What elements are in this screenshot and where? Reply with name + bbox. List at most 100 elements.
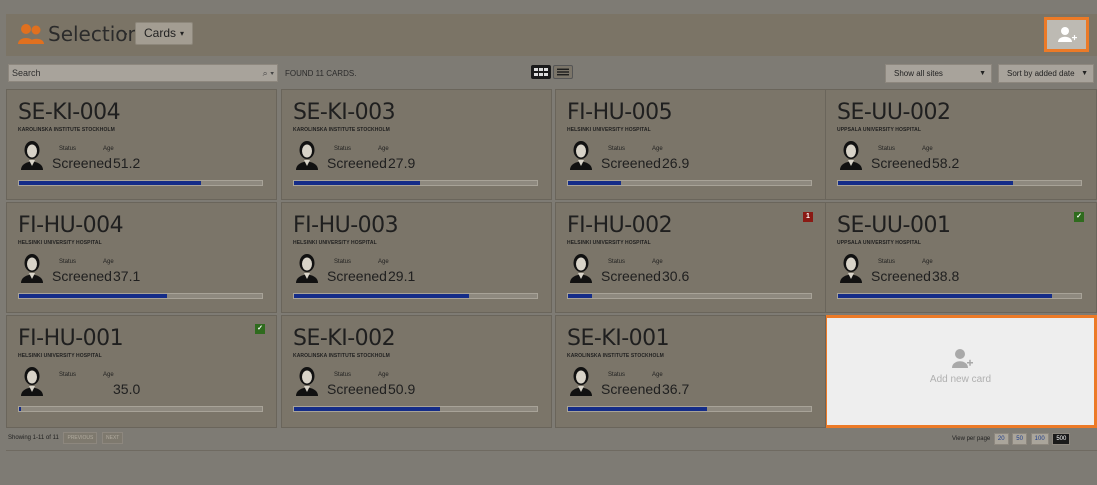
card-grid: Add new card SE-KI-004 KAROLINSKA INSTITU… bbox=[6, 89, 1097, 428]
progress-bar bbox=[293, 293, 538, 299]
title-separator: · bbox=[123, 23, 129, 43]
per-page-option[interactable]: 100 bbox=[1030, 433, 1049, 445]
per-page-option[interactable]: 50 bbox=[1012, 433, 1027, 445]
per-page-option[interactable]: 20 bbox=[993, 433, 1009, 445]
progress-bar-fill bbox=[294, 181, 421, 185]
status-value: Screened bbox=[327, 381, 387, 397]
list-icon bbox=[557, 68, 569, 76]
age-value: 58.2 bbox=[932, 155, 960, 171]
age-value: 51.2 bbox=[113, 155, 141, 171]
age-label: Age bbox=[103, 146, 114, 152]
progress-bar bbox=[18, 293, 263, 299]
card-id: FI-HU-005 bbox=[567, 100, 673, 125]
age-label: Age bbox=[103, 259, 114, 265]
status-value: Screened bbox=[52, 155, 112, 171]
add-user-icon bbox=[952, 349, 973, 368]
progress-bar bbox=[567, 293, 812, 299]
age-label: Age bbox=[103, 372, 114, 378]
age-value: 30.6 bbox=[662, 268, 690, 284]
status-label: Status bbox=[334, 372, 352, 378]
card-id: FI-HU-003 bbox=[293, 213, 399, 238]
progress-bar-fill bbox=[294, 407, 440, 411]
participant-card[interactable]: FI-HU-002 HELSINKI UNIVERSITY HOSPITAL Sta… bbox=[555, 202, 826, 313]
view-mode-label: Cards bbox=[144, 26, 177, 40]
participant-card[interactable]: FI-HU-004 HELSINKI UNIVERSITY HOSPITAL Sta… bbox=[6, 202, 277, 313]
status-value: Screened bbox=[601, 155, 661, 171]
avatar-icon bbox=[21, 254, 43, 283]
age-value: 38.8 bbox=[932, 268, 960, 284]
card-site: UPPSALA UNIVERSITY HOSPITAL bbox=[837, 127, 922, 133]
card-site: KAROLINSKA INSTITUTE STOCKHOLM bbox=[293, 127, 390, 133]
participant-card[interactable]: SE-KI-002 KAROLINSKA INSTITUTE STOCKHOLM S… bbox=[281, 315, 552, 428]
age-value: 27.9 bbox=[388, 155, 416, 171]
progress-bar-fill bbox=[19, 181, 202, 185]
avatar-icon bbox=[840, 141, 862, 170]
status-value: Screened bbox=[601, 381, 661, 397]
age-value: 36.7 bbox=[662, 381, 690, 397]
participant-card[interactable]: FI-HU-005 HELSINKI UNIVERSITY HOSPITAL Sta… bbox=[555, 89, 826, 200]
next-page-button[interactable]: NEXT bbox=[102, 432, 124, 444]
age-label: Age bbox=[922, 146, 933, 152]
participant-card[interactable]: SE-KI-001 KAROLINSKA INSTITUTE STOCKHOLM S… bbox=[555, 315, 826, 428]
sort-select[interactable]: Sort by added date ▼ bbox=[998, 64, 1094, 83]
age-value: 26.9 bbox=[662, 155, 690, 171]
card-site: HELSINKI UNIVERSITY HOSPITAL bbox=[567, 127, 651, 133]
per-page-option-selected[interactable]: 500 bbox=[1052, 433, 1071, 445]
participant-card[interactable]: SE-UU-001 UPPSALA UNIVERSITY HOSPITAL Stat… bbox=[825, 202, 1097, 313]
avatar-icon bbox=[296, 254, 318, 283]
status-label: Status bbox=[59, 146, 77, 152]
status-label: Status bbox=[608, 259, 626, 265]
card-id: SE-KI-002 bbox=[293, 326, 396, 351]
card-id: SE-UU-002 bbox=[837, 100, 951, 125]
progress-bar-fill bbox=[568, 407, 707, 411]
toolbar: Search ⌕ ▾ FOUND 11 CARDS. Show all site… bbox=[6, 63, 1097, 86]
age-value: 35.0 bbox=[113, 381, 141, 397]
status-label: Status bbox=[334, 146, 352, 152]
avatar-icon bbox=[21, 367, 43, 396]
status-label: Status bbox=[878, 259, 896, 265]
grid-view-button[interactable] bbox=[531, 65, 551, 79]
progress-bar bbox=[837, 180, 1082, 186]
card-id: SE-UU-001 bbox=[837, 213, 951, 238]
progress-bar-fill bbox=[838, 294, 1052, 298]
search-input[interactable]: Search ⌕ ▾ bbox=[8, 64, 278, 82]
card-id: SE-KI-001 bbox=[567, 326, 670, 351]
caret-down-icon: ▼ bbox=[1081, 70, 1088, 77]
search-icon[interactable]: ⌕ ▾ bbox=[263, 65, 274, 81]
progress-bar bbox=[293, 406, 538, 412]
sort-value: Sort by added date bbox=[1007, 69, 1075, 78]
users-icon bbox=[18, 24, 44, 44]
progress-bar-fill bbox=[19, 294, 168, 298]
pagination-summary: Showing 1-11 of 11 bbox=[8, 435, 59, 441]
view-mode-dropdown[interactable]: Cards ▾ bbox=[135, 22, 194, 45]
participant-card[interactable]: SE-UU-002 UPPSALA UNIVERSITY HOSPITAL Stat… bbox=[825, 89, 1097, 200]
status-value: Screened bbox=[327, 155, 387, 171]
age-label: Age bbox=[378, 372, 389, 378]
add-user-icon bbox=[1058, 27, 1077, 42]
progress-bar-fill bbox=[568, 181, 622, 185]
progress-bar bbox=[567, 180, 812, 186]
participant-card[interactable]: FI-HU-003 HELSINKI UNIVERSITY HOSPITAL Sta… bbox=[281, 202, 552, 313]
status-value: Screened bbox=[601, 268, 661, 284]
participant-card[interactable]: FI-HU-001 HELSINKI UNIVERSITY HOSPITAL Sta… bbox=[6, 315, 277, 428]
list-view-button[interactable] bbox=[553, 65, 573, 79]
participant-card[interactable]: SE-KI-004 KAROLINSKA INSTITUTE STOCKHOLM S… bbox=[6, 89, 277, 200]
progress-bar-fill bbox=[838, 181, 1013, 185]
age-label: Age bbox=[652, 259, 663, 265]
previous-page-button[interactable]: PREVIOUS bbox=[63, 432, 98, 444]
avatar-icon bbox=[570, 367, 592, 396]
age-label: Age bbox=[378, 259, 389, 265]
age-label: Age bbox=[652, 372, 663, 378]
progress-bar-fill bbox=[568, 294, 593, 298]
status-value: Screened bbox=[327, 268, 387, 284]
age-value: 29.1 bbox=[388, 268, 416, 284]
status-value: Screened bbox=[871, 268, 931, 284]
add-user-button[interactable] bbox=[1044, 17, 1089, 52]
site-filter-select[interactable]: Show all sites ▼ bbox=[885, 64, 992, 83]
card-site: UPPSALA UNIVERSITY HOSPITAL bbox=[837, 240, 922, 246]
caret-down-icon: ▾ bbox=[180, 29, 185, 38]
card-site: HELSINKI UNIVERSITY HOSPITAL bbox=[293, 240, 377, 246]
add-new-card-button[interactable]: Add new card bbox=[824, 315, 1097, 428]
results-count: FOUND 11 CARDS. bbox=[285, 69, 357, 78]
participant-card[interactable]: SE-KI-003 KAROLINSKA INSTITUTE STOCKHOLM S… bbox=[281, 89, 552, 200]
